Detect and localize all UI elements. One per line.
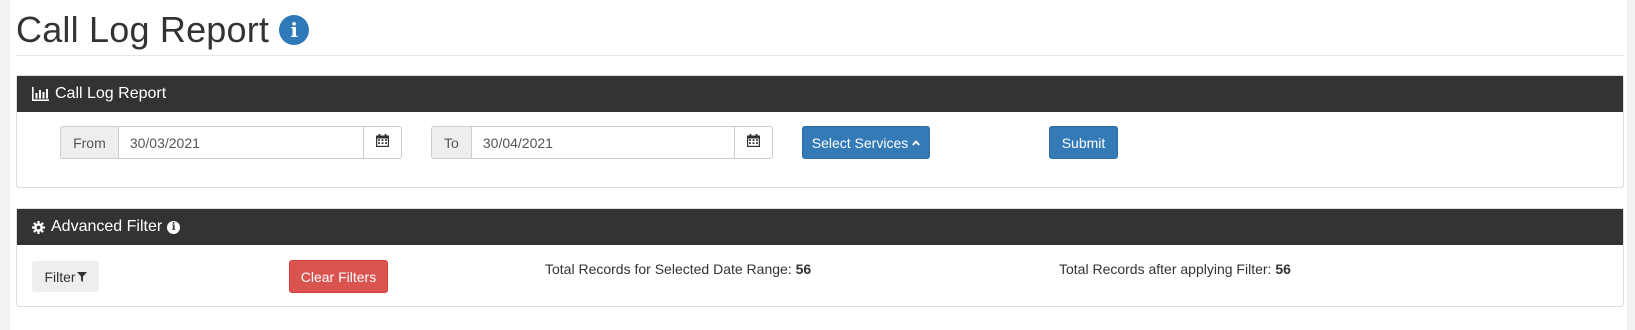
call-log-report-panel: Call Log Report From 30/03/2021 To 30/04… [16,75,1624,188]
total-filter-label: Total Records after applying Filter: [1059,261,1272,277]
total-records-range: Total Records for Selected Date Range: 5… [545,261,811,277]
calendar-icon [747,133,761,152]
page-header: Call Log Report i [16,4,1624,56]
from-calendar-button[interactable] [363,127,401,158]
total-records-filter: Total Records after applying Filter: 56 [1059,261,1291,277]
clear-filters-button[interactable]: Clear Filters [289,260,388,293]
panel-heading-title: Call Log Report [55,85,167,102]
total-filter-value: 56 [1275,261,1291,277]
chevron-up-icon [912,139,921,146]
to-calendar-button[interactable] [734,127,772,158]
select-services-button[interactable]: Select Services [802,126,930,159]
info-circle-icon[interactable]: i [279,14,310,45]
calendar-icon [376,133,390,152]
total-range-value: 56 [795,261,812,277]
left-gutter [0,0,10,330]
total-range-label: Total Records for Selected Date Range: [545,261,792,277]
filter-button[interactable]: Filter [32,261,99,292]
panel-heading-title: Advanced Filter [51,218,163,235]
bar-chart-icon [32,87,49,101]
panel-heading: Call Log Report [17,76,1623,112]
right-gutter [1627,0,1635,330]
filter-label: Filter [44,268,76,285]
gear-icon [32,220,45,234]
to-label: To [432,127,472,158]
page-title: Call Log Report [16,8,270,50]
info-circle-icon[interactable]: i [167,220,181,234]
from-date-input[interactable] [118,127,364,158]
panel-heading: Advanced Filter i [17,209,1623,245]
funnel-icon [76,271,87,282]
to-date-input[interactable] [471,127,735,158]
advanced-filter-panel: Advanced Filter i Filter Clear Filters T… [16,208,1624,307]
submit-button[interactable]: Submit [1049,126,1118,159]
from-date-group: From [60,126,402,159]
to-date-group: To [431,126,773,159]
from-label: From [61,127,119,158]
select-services-label: Select Services [811,134,909,151]
